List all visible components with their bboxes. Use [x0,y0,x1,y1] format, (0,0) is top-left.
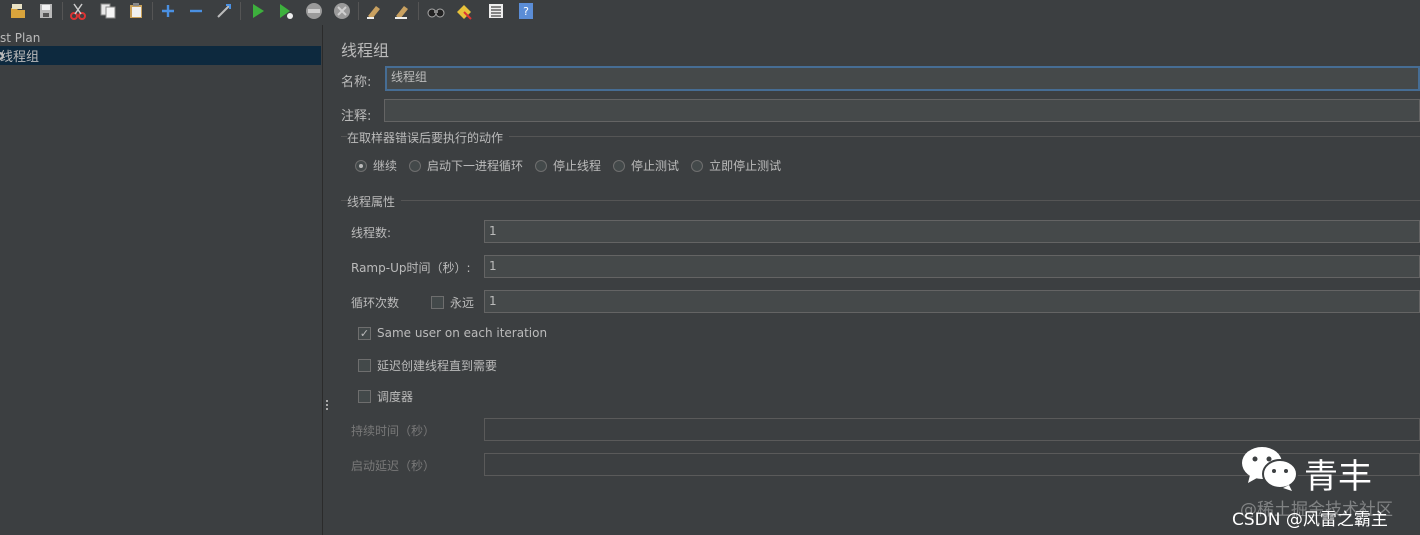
comment-label: 注释: [341,109,372,124]
threads-label: 线程数: [351,226,392,240]
radio-button[interactable] [691,159,704,172]
radio-button[interactable] [535,159,548,172]
checkbox-box[interactable] [358,359,371,372]
same-user-checkbox[interactable]: ✓ Same user on each iteration [358,326,547,340]
rampup-label: Ramp-Up时间（秒）: [351,261,471,275]
delay-thread-creation-checkbox[interactable]: 延迟创建线程直到需要 [358,357,497,374]
clear-all-icon[interactable] [392,1,412,21]
startup-delay-label: 启动延迟（秒） [351,459,436,473]
scheduler-checkbox[interactable]: 调度器 [358,388,413,405]
wechat-icon [1240,444,1298,496]
test-plan-tree: st Plan 线程组 [0,25,322,535]
add-icon[interactable] [158,1,178,21]
reset-search-icon[interactable] [454,1,474,21]
divider [341,200,1420,201]
save-icon[interactable] [36,1,56,21]
tree-node-thread-group[interactable]: 线程组 [0,46,321,65]
radio-continue[interactable]: 继续 [355,157,397,174]
paste-icon[interactable] [126,1,146,21]
radio-stop-test[interactable]: 停止测试 [613,157,679,174]
shutdown-icon[interactable] [332,1,352,21]
tree-node-label: 线程组 [0,50,40,65]
watermark-csdn: CSDN @风雷之霸主 [1232,510,1388,530]
radio-button[interactable] [613,159,626,172]
radio-start-next-loop[interactable]: 启动下一进程循环 [409,157,523,174]
remove-icon[interactable] [186,1,206,21]
duration-label: 持续时间（秒） [351,424,436,438]
checkbox-box[interactable] [431,296,444,309]
split-pane-divider[interactable] [322,25,331,535]
radio-stop-thread[interactable]: 停止线程 [535,157,601,174]
clear-icon[interactable] [364,1,384,21]
cut-icon[interactable] [68,1,88,21]
watermark-author: 青丰 [1304,457,1372,497]
forever-checkbox[interactable]: 永远 [431,294,474,311]
radio-button[interactable] [409,159,422,172]
duration-input[interactable] [484,418,1420,441]
start-icon[interactable] [248,1,268,21]
stop-icon[interactable] [304,1,324,21]
name-label: 名称: [341,75,372,90]
search-icon[interactable] [426,1,446,21]
error-action-legend: 在取样器错误后要执行的动作 [347,129,510,146]
radio-stop-test-now[interactable]: 立即停止测试 [691,157,781,174]
start-no-pause-icon[interactable] [276,1,296,21]
svg-text:?: ? [523,5,529,18]
toolbar: ? [0,0,1420,24]
rampup-input[interactable]: 1 [484,255,1420,278]
checkbox-box[interactable] [358,390,371,403]
thread-props-legend: 线程属性 [347,193,402,210]
help-icon[interactable]: ? [516,1,536,21]
comment-input[interactable] [384,99,1420,122]
loop-count-input[interactable]: 1 [484,290,1420,313]
threads-input[interactable]: 1 [484,220,1420,243]
page-title: 线程组 [341,41,390,60]
tree-root-test-plan[interactable]: st Plan [0,29,40,47]
name-input[interactable]: 线程组 [385,66,1420,91]
copy-icon[interactable] [98,1,118,21]
function-helper-icon[interactable] [486,1,506,21]
loop-count-label: 循环次数 [351,296,400,310]
checkmark-icon[interactable]: ✓ [358,326,371,340]
drag-handle-icon[interactable] [326,400,328,412]
toggle-icon[interactable] [214,1,234,21]
radio-button-selected[interactable] [355,159,367,172]
open-icon[interactable] [8,1,28,21]
error-action-options: 继续 启动下一进程循环 停止线程 停止测试 立即停止测试 [355,157,793,174]
